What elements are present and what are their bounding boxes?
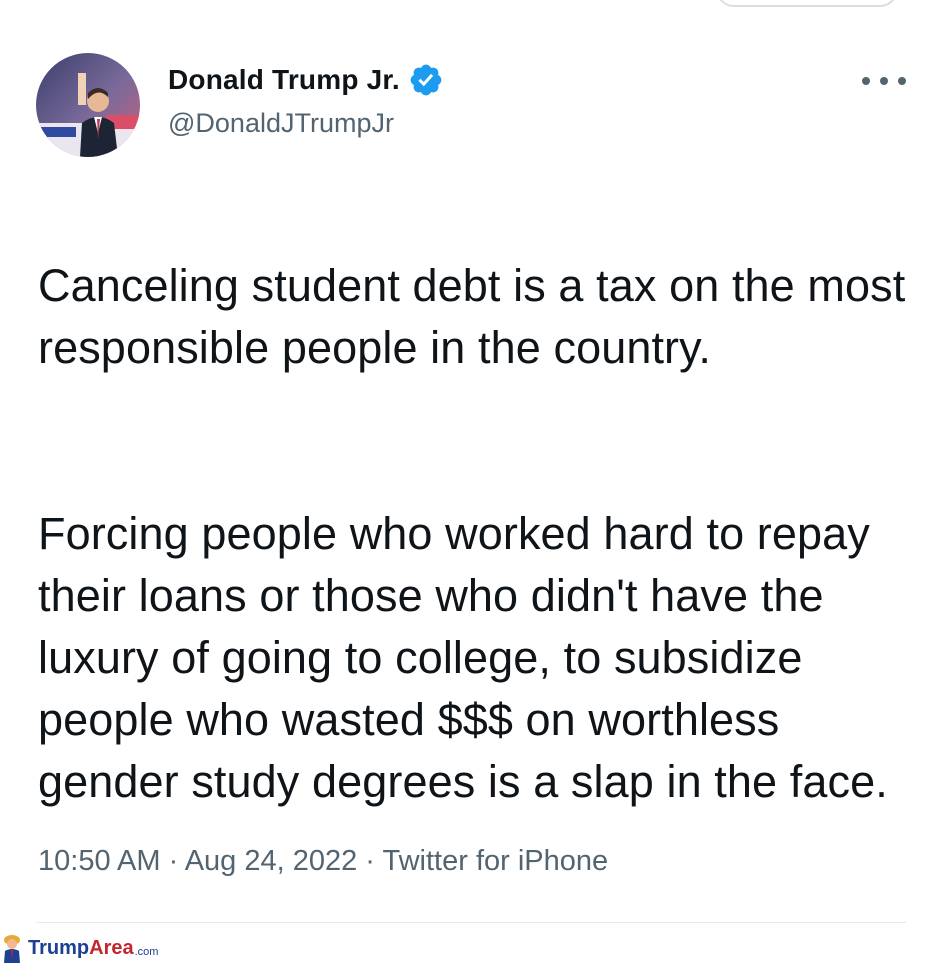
ellipsis-icon-dot bbox=[880, 77, 888, 85]
tweet-date[interactable]: Aug 24, 2022 bbox=[185, 845, 358, 877]
divider bbox=[36, 922, 906, 923]
tweet-source[interactable]: Twitter for iPhone bbox=[383, 845, 609, 877]
tweet-meta: 10:50 AM · Aug 24, 2022 · Twitter for iP… bbox=[38, 845, 608, 878]
trump-caricature-icon bbox=[4, 935, 20, 963]
author-name-row[interactable]: Donald Trump Jr. bbox=[168, 62, 444, 98]
tweet-text: Canceling student debt is a tax on the m… bbox=[38, 193, 908, 875]
tweet-time[interactable]: 10:50 AM bbox=[38, 845, 161, 877]
meta-separator: · bbox=[160, 845, 185, 877]
author-display-name[interactable]: Donald Trump Jr. bbox=[168, 64, 400, 96]
watermark-brand: TrumpArea bbox=[28, 937, 134, 960]
profile-photo-icon bbox=[36, 53, 140, 157]
ellipsis-icon-dot bbox=[862, 77, 870, 85]
verified-badge-icon bbox=[408, 62, 444, 98]
more-options-button[interactable] bbox=[862, 64, 906, 98]
top-pill-button[interactable] bbox=[716, 0, 898, 7]
meta-separator: · bbox=[357, 845, 383, 877]
author-handle[interactable]: @DonaldJTrumpJr bbox=[168, 108, 394, 139]
tweet-paragraph-2: Forcing people who worked hard to repay … bbox=[38, 508, 888, 807]
watermark-suffix: .com bbox=[134, 945, 159, 958]
watermark-brand-accent: Area bbox=[89, 937, 134, 959]
watermark-brand-main: Trump bbox=[28, 937, 90, 959]
watermark: TrumpArea .com bbox=[0, 934, 210, 963]
ellipsis-icon-dot bbox=[898, 77, 906, 85]
avatar[interactable] bbox=[36, 53, 140, 157]
tweet-paragraph-1: Canceling student debt is a tax on the m… bbox=[38, 260, 906, 373]
